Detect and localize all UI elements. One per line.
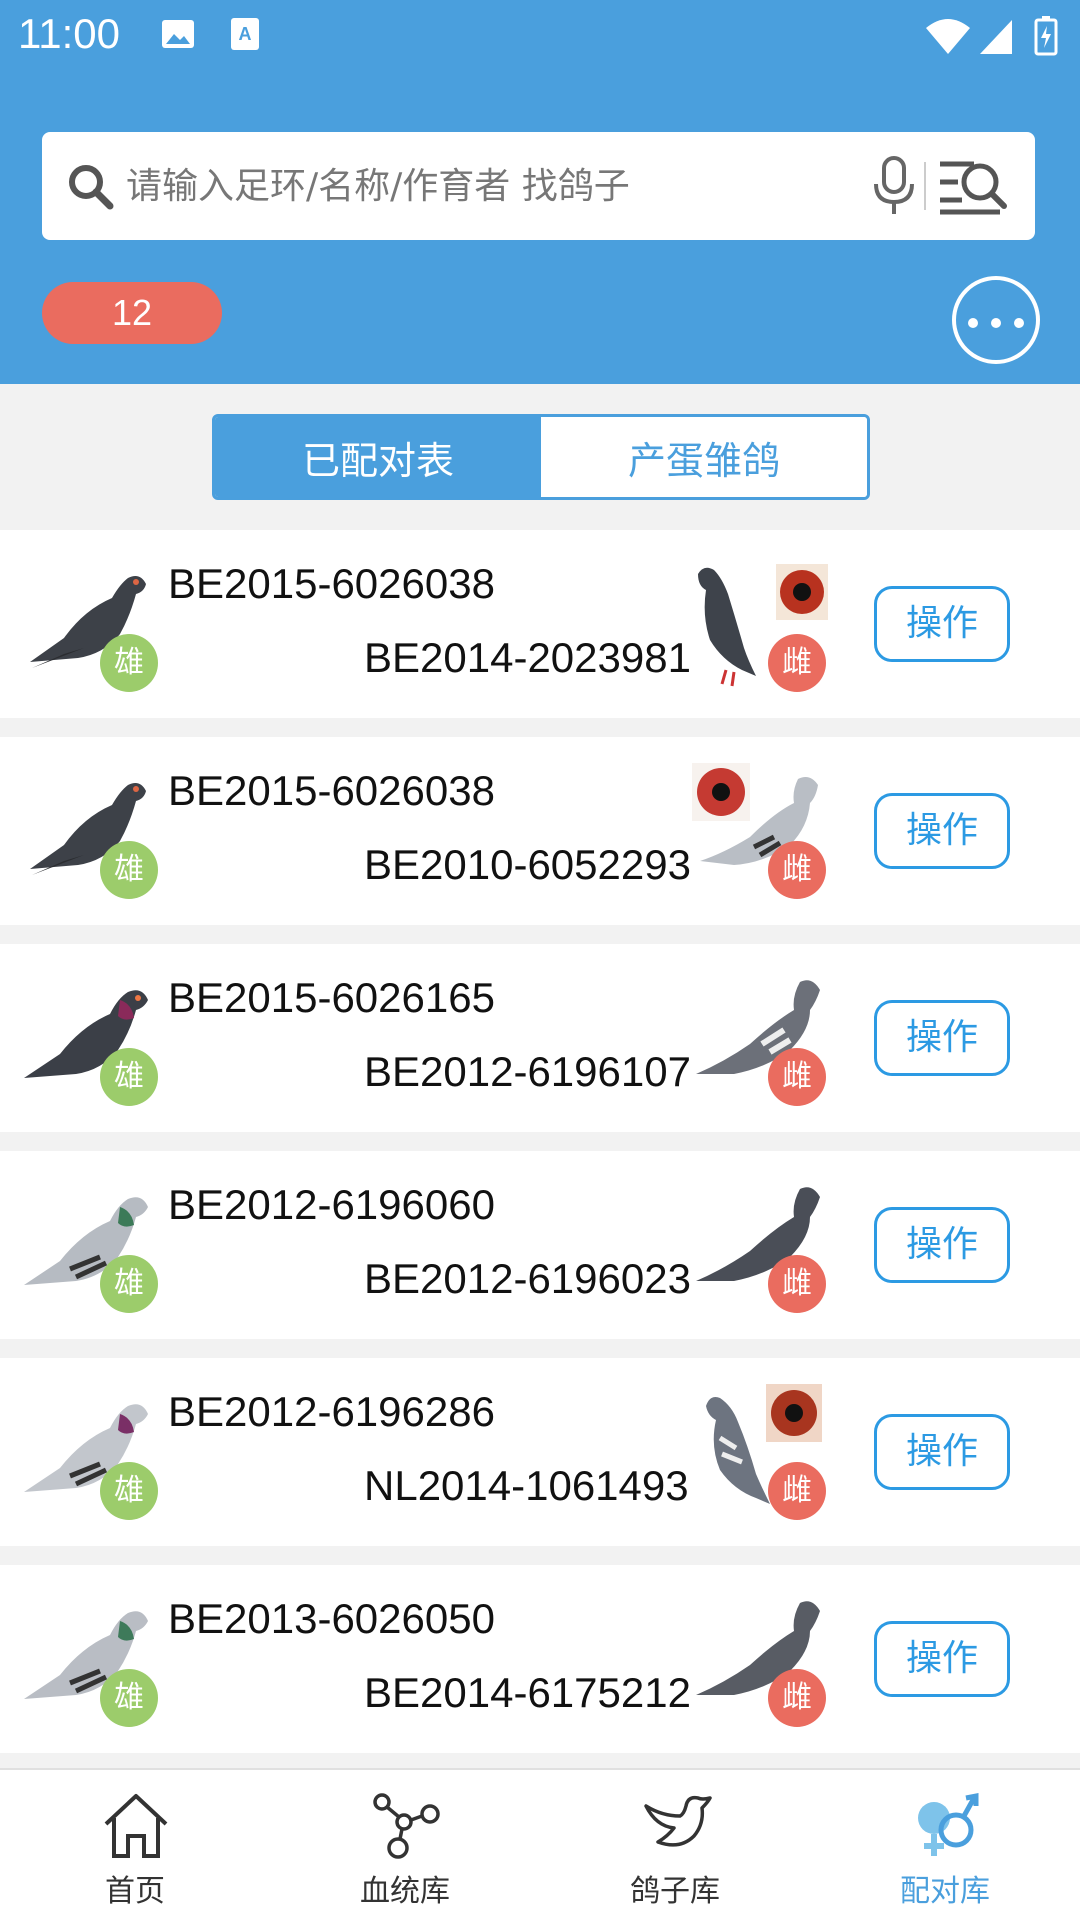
female-badge: 雌 xyxy=(768,1462,826,1520)
male-ring-number[interactable]: BE2012-6196060 xyxy=(168,1181,495,1229)
pair-row[interactable]: 雄 BE2015-6026038 BE2014-2023981 雌 操作 xyxy=(0,530,1080,718)
count-badge[interactable]: 12 xyxy=(42,282,222,344)
male-ring-number[interactable]: BE2012-6196286 xyxy=(168,1388,495,1436)
operate-button[interactable]: 操作 xyxy=(874,793,1010,869)
female-ring-number[interactable]: BE2014-6175212 xyxy=(364,1669,691,1717)
nav-pigeons[interactable]: 鸽子库 xyxy=(540,1770,810,1922)
search-bar[interactable] xyxy=(42,132,1035,240)
female-ring-number[interactable]: BE2010-6052293 xyxy=(364,841,691,889)
home-icon xyxy=(100,1792,172,1864)
bottom-navigation: 首页 血统库 鸽子库 配对库 xyxy=(0,1768,1080,1920)
female-badge: 雌 xyxy=(768,1048,826,1106)
more-dot xyxy=(1014,318,1024,328)
segmented-tabs: 已配对表 产蛋雏鸽 xyxy=(212,414,870,500)
female-ring-number[interactable]: BE2012-6196107 xyxy=(364,1048,691,1096)
bird-icon xyxy=(640,1792,712,1864)
female-badge: 雌 xyxy=(768,634,826,692)
row-divider xyxy=(0,1339,1080,1358)
nav-label-pigeons: 鸽子库 xyxy=(630,1874,720,1909)
nav-pedigree[interactable]: 血统库 xyxy=(270,1770,540,1922)
advanced-search-icon[interactable] xyxy=(938,156,1010,220)
nav-label-pairing: 配对库 xyxy=(900,1874,990,1909)
more-options-button[interactable] xyxy=(952,276,1040,364)
status-time: 11:00 xyxy=(18,10,120,57)
row-divider xyxy=(0,1132,1080,1151)
male-badge: 雄 xyxy=(100,1255,158,1313)
wifi-icon xyxy=(924,16,972,60)
header: 11:00 A 12 xyxy=(0,0,1080,384)
male-badge: 雄 xyxy=(100,1462,158,1520)
operate-button[interactable]: 操作 xyxy=(874,1207,1010,1283)
pair-row[interactable]: 雄 BE2012-6196060 BE2012-6196023 雌 操作 xyxy=(0,1151,1080,1339)
pair-row[interactable]: 雄 BE2012-6196286 NL2014-1061493 雌 操作 xyxy=(0,1358,1080,1546)
row-divider xyxy=(0,925,1080,944)
male-ring-number[interactable]: BE2013-6026050 xyxy=(168,1595,495,1643)
pair-row[interactable]: 雄 BE2015-6026165 BE2012-6196107 雌 操作 xyxy=(0,944,1080,1132)
female-badge: 雌 xyxy=(768,1669,826,1727)
female-badge: 雌 xyxy=(768,1255,826,1313)
female-pigeon-image xyxy=(698,567,756,687)
search-input[interactable] xyxy=(126,156,886,216)
svg-text:A: A xyxy=(239,24,252,44)
nav-label-home: 首页 xyxy=(105,1874,165,1909)
row-divider xyxy=(0,718,1080,737)
more-dot xyxy=(991,318,1001,328)
operate-button[interactable]: 操作 xyxy=(874,586,1010,662)
nav-label-pedigree: 血统库 xyxy=(360,1874,450,1909)
status-bar: 11:00 A xyxy=(0,0,1080,72)
eye-image xyxy=(776,564,828,620)
keyboard-notification-icon: A xyxy=(230,16,260,56)
pair-row[interactable]: 雄 BE2013-6026050 BE2014-6175212 雌 操作 xyxy=(0,1565,1080,1753)
pedigree-icon xyxy=(370,1792,442,1864)
male-badge: 雄 xyxy=(100,841,158,899)
battery-icon xyxy=(1034,16,1058,60)
tabs-area: 已配对表 产蛋雏鸽 xyxy=(0,384,1080,530)
microphone-icon[interactable] xyxy=(872,156,916,220)
male-badge: 雄 xyxy=(100,1669,158,1727)
tab-eggs-chicks[interactable]: 产蛋雏鸽 xyxy=(541,417,867,497)
tab-paired-list[interactable]: 已配对表 xyxy=(215,417,541,497)
female-badge: 雌 xyxy=(768,841,826,899)
pair-row[interactable]: 雄 BE2015-6026038 BE2010-6052293 雌 操作 xyxy=(0,737,1080,925)
search-divider xyxy=(924,162,926,210)
operate-button[interactable]: 操作 xyxy=(874,1000,1010,1076)
eye-image xyxy=(766,1384,822,1442)
search-icon xyxy=(66,162,114,214)
image-notification-icon xyxy=(160,16,196,56)
female-ring-number[interactable]: BE2012-6196023 xyxy=(364,1255,691,1303)
female-ring-number[interactable]: NL2014-1061493 xyxy=(364,1462,689,1510)
more-dot xyxy=(968,318,978,328)
female-ring-number[interactable]: BE2014-2023981 xyxy=(364,634,691,682)
row-divider xyxy=(0,1546,1080,1565)
male-ring-number[interactable]: BE2015-6026038 xyxy=(168,767,495,815)
male-ring-number[interactable]: BE2015-6026165 xyxy=(168,974,495,1022)
signal-icon xyxy=(978,16,1014,60)
nav-home[interactable]: 首页 xyxy=(0,1770,270,1922)
operate-button[interactable]: 操作 xyxy=(874,1414,1010,1490)
male-ring-number[interactable]: BE2015-6026038 xyxy=(168,560,495,608)
male-badge: 雄 xyxy=(100,634,158,692)
pairing-icon xyxy=(910,1792,982,1864)
nav-pairing[interactable]: 配对库 xyxy=(810,1770,1080,1922)
operate-button[interactable]: 操作 xyxy=(874,1621,1010,1697)
male-badge: 雄 xyxy=(100,1048,158,1106)
